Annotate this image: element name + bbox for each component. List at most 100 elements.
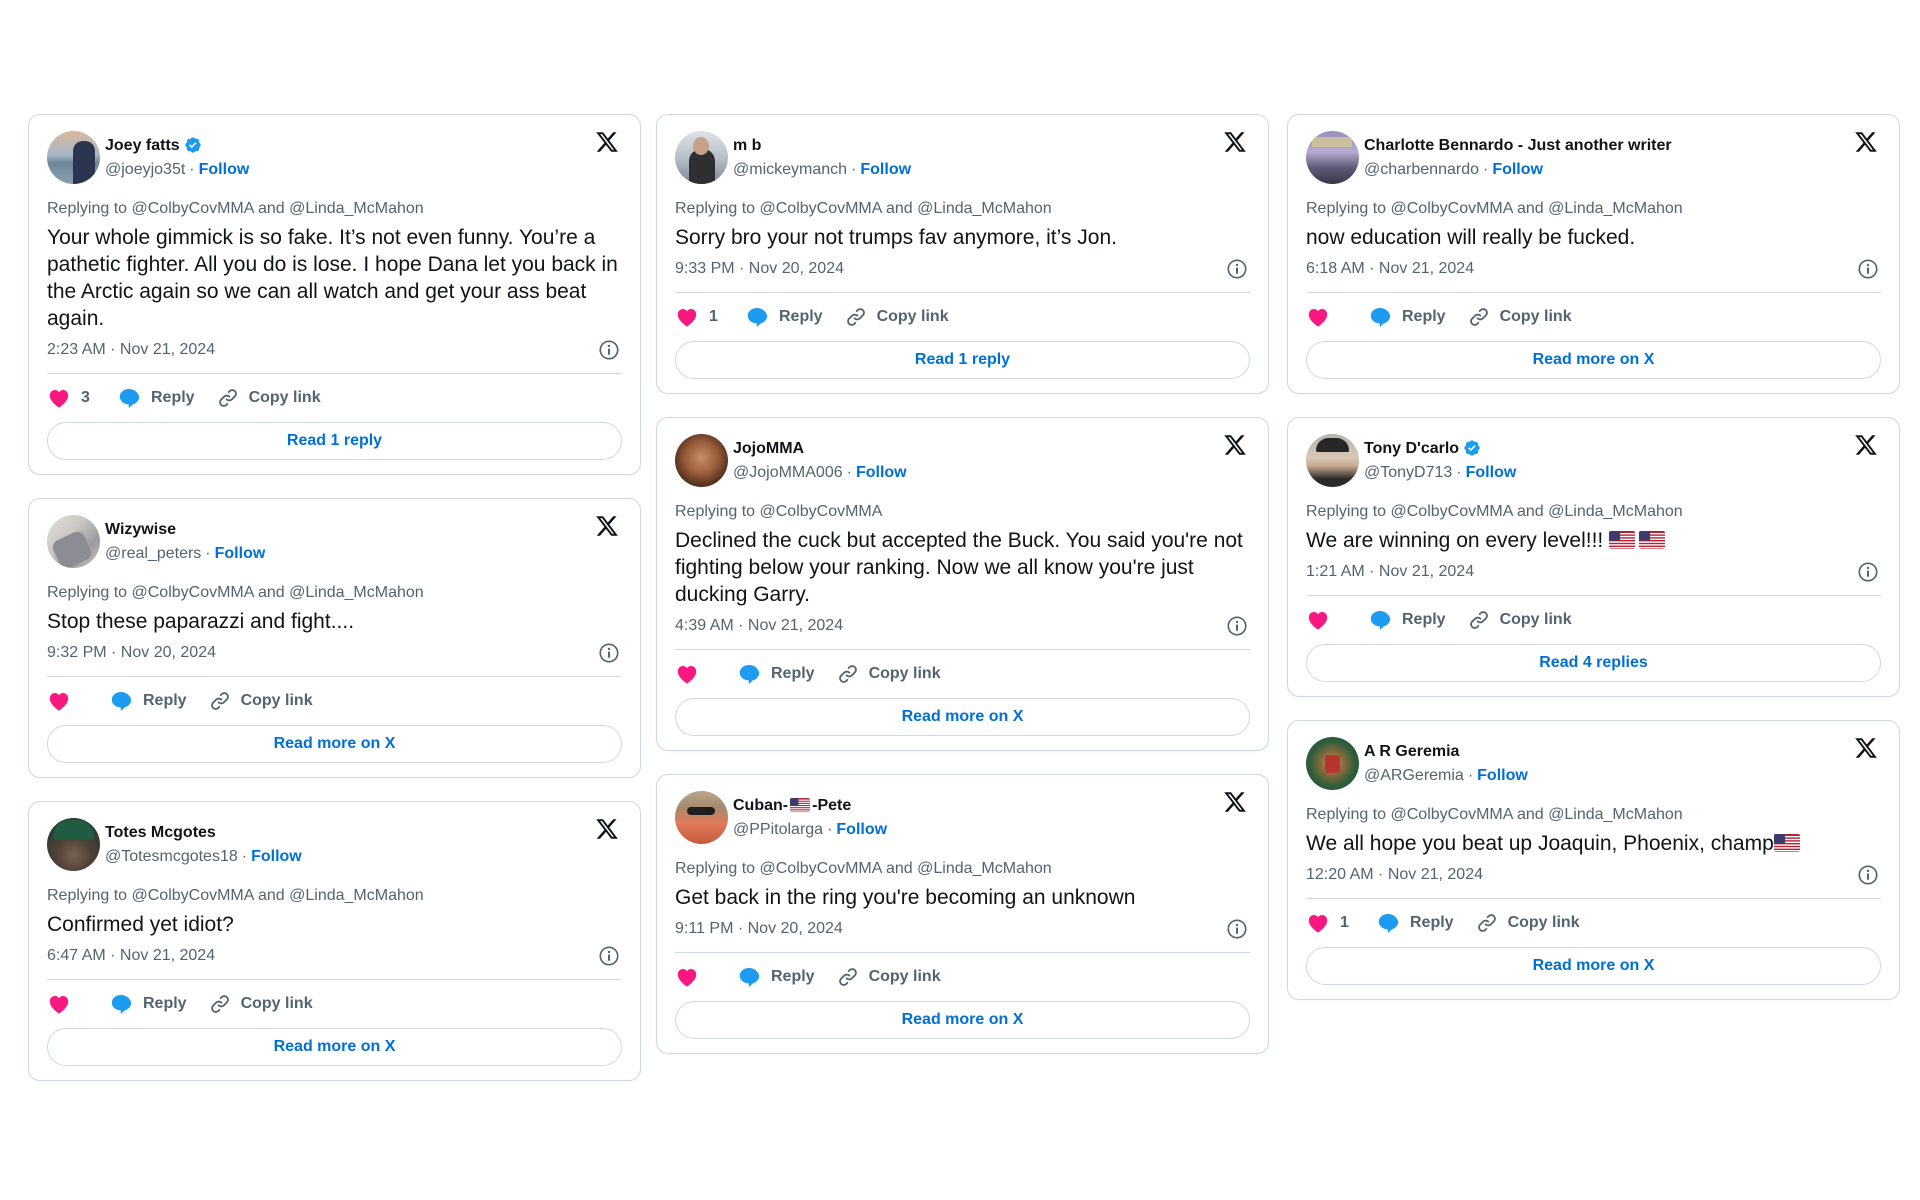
author-handle[interactable]: @mickeymanch [733,161,847,178]
copy-link-button[interactable]: Copy link [209,993,313,1015]
reply-button[interactable]: Reply [1368,305,1446,329]
tweet-timestamp[interactable]: 2:23 AM · Nov 21, 2024 [47,340,215,360]
info-icon[interactable] [598,339,620,361]
reply-button[interactable]: Reply [1376,911,1454,935]
avatar[interactable] [1306,130,1359,184]
author-handle[interactable]: @JojoMMA006 [733,464,843,481]
copy-link-button[interactable]: Copy link [1468,306,1572,328]
copy-link-button[interactable]: Copy link [1476,912,1580,934]
author-handle[interactable]: @PPitolarga [733,821,823,838]
info-icon[interactable] [1226,918,1248,940]
read-more-button[interactable]: Read more on X [47,725,622,763]
copy-link-button[interactable]: Copy link [1468,609,1572,631]
copy-link-button[interactable]: Copy link [837,966,941,988]
author-name[interactable]: Wizywise [105,520,176,539]
author-name[interactable]: m b [733,136,761,155]
read-replies-button[interactable]: Read 4 replies [1306,644,1881,682]
like-button[interactable]: 1 [675,305,725,329]
avatar[interactable] [47,130,100,184]
follow-button[interactable]: Follow [856,464,907,481]
tweet-timestamp[interactable]: 4:39 AM · Nov 21, 2024 [675,616,843,636]
tweet-card[interactable]: Charlotte Bennardo - Just another writer… [1287,114,1900,394]
info-icon[interactable] [598,642,620,664]
read-more-button[interactable]: Read more on X [1306,947,1881,985]
read-replies-button[interactable]: Read 1 reply [675,341,1250,379]
copy-link-button[interactable]: Copy link [209,690,313,712]
author-handle[interactable]: @joeyjo35t [105,161,185,178]
author-handle[interactable]: @TonyD713 [1364,464,1452,481]
tweet-card[interactable]: JojoMMA @JojoMMA006 · Follow Replying to @… [656,417,1269,751]
x-logo-icon[interactable] [1853,736,1879,760]
like-button[interactable]: 1 [1306,911,1356,935]
author-name[interactable]: Charlotte Bennardo - Just another writer [1364,136,1672,155]
author-name[interactable]: JojoMMA [733,439,804,458]
reply-button[interactable]: Reply [737,662,815,686]
read-more-button[interactable]: Read more on X [675,698,1250,736]
copy-link-button[interactable]: Copy link [845,306,949,328]
author-handle[interactable]: @real_peters [105,545,201,562]
avatar[interactable] [1306,433,1359,487]
tweet-timestamp[interactable]: 9:32 PM · Nov 20, 2024 [47,643,216,663]
x-logo-icon[interactable] [1222,433,1248,457]
tweet-card[interactable]: m b @mickeymanch · Follow Replying to @Col… [656,114,1269,394]
follow-button[interactable]: Follow [199,161,250,178]
author-name-suffix[interactable]: -Pete [812,796,851,815]
info-icon[interactable] [598,945,620,967]
read-replies-button[interactable]: Read 1 reply [47,422,622,460]
tweet-timestamp[interactable]: 1:21 AM · Nov 21, 2024 [1306,562,1474,582]
like-button[interactable] [47,689,71,713]
x-logo-icon[interactable] [1853,433,1879,457]
copy-link-button[interactable]: Copy link [837,663,941,685]
author-name[interactable]: Totes Mcgotes [105,823,216,842]
avatar[interactable] [47,817,100,871]
x-logo-icon[interactable] [594,817,620,841]
info-icon[interactable] [1857,258,1879,280]
avatar[interactable] [675,790,728,844]
reply-button[interactable]: Reply [109,689,187,713]
tweet-card[interactable]: Wizywise @real_peters · Follow Replying to… [28,498,641,778]
reply-button[interactable]: Reply [737,965,815,989]
author-handle[interactable]: @charbennardo [1364,161,1479,178]
info-icon[interactable] [1857,864,1879,886]
info-icon[interactable] [1226,615,1248,637]
follow-button[interactable]: Follow [1477,767,1528,784]
read-more-button[interactable]: Read more on X [1306,341,1881,379]
info-icon[interactable] [1226,258,1248,280]
author-handle[interactable]: @ARGeremia [1364,767,1464,784]
like-button[interactable] [47,992,71,1016]
tweet-timestamp[interactable]: 6:18 AM · Nov 21, 2024 [1306,259,1474,279]
x-logo-icon[interactable] [1222,790,1248,814]
x-logo-icon[interactable] [1222,130,1248,154]
author-name[interactable]: Tony D'carlo [1364,439,1459,458]
follow-button[interactable]: Follow [860,161,911,178]
like-button[interactable]: 3 [47,386,97,410]
tweet-card[interactable]: Tony D'carlo @TonyD713 · Follow Replying t… [1287,417,1900,697]
info-icon[interactable] [1857,561,1879,583]
follow-button[interactable]: Follow [215,545,266,562]
x-logo-icon[interactable] [594,130,620,154]
reply-button[interactable]: Reply [109,992,187,1016]
tweet-card[interactable]: A R Geremia @ARGeremia · Follow Replying t… [1287,720,1900,1000]
copy-link-button[interactable]: Copy link [217,387,321,409]
tweet-timestamp[interactable]: 9:33 PM · Nov 20, 2024 [675,259,844,279]
tweet-card[interactable]: Cuban- -Pete @PPitolarga · Follow Replying … [656,774,1269,1054]
reply-button[interactable]: Reply [745,305,823,329]
avatar[interactable] [675,130,728,184]
tweet-card[interactable]: Joey fatts @joeyjo35t · Follow Replying to… [28,114,641,475]
avatar[interactable] [1306,736,1359,790]
tweet-timestamp[interactable]: 6:47 AM · Nov 21, 2024 [47,946,215,966]
tweet-timestamp[interactable]: 12:20 AM · Nov 21, 2024 [1306,865,1483,885]
like-button[interactable] [1306,305,1330,329]
read-more-button[interactable]: Read more on X [675,1001,1250,1039]
like-button[interactable] [675,965,699,989]
author-name-prefix[interactable]: Cuban- [733,796,788,815]
like-button[interactable] [1306,608,1330,632]
x-logo-icon[interactable] [1853,130,1879,154]
read-more-button[interactable]: Read more on X [47,1028,622,1066]
follow-button[interactable]: Follow [1492,161,1543,178]
author-name[interactable]: A R Geremia [1364,742,1459,761]
x-logo-icon[interactable] [594,514,620,538]
tweet-card[interactable]: Totes Mcgotes @Totesmcgotes18 · Follow Rep… [28,801,641,1081]
follow-button[interactable]: Follow [251,848,302,865]
author-name[interactable]: Joey fatts [105,136,180,155]
